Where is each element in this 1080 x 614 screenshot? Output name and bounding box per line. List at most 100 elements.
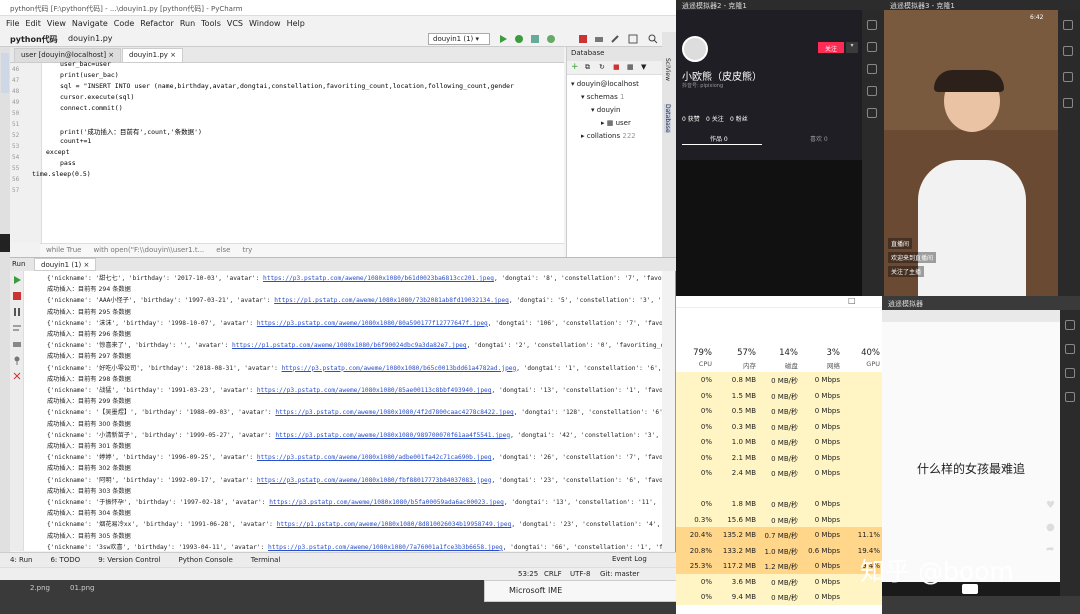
db-schema-douyin[interactable]: ▾ douyin bbox=[591, 106, 620, 114]
sciview-tab[interactable]: SciView bbox=[664, 58, 671, 81]
maximize-icon[interactable]: □ bbox=[848, 296, 856, 305]
run-config-select[interactable]: douyin1 (1) ▾ bbox=[428, 33, 490, 45]
cursor-position[interactable]: 53:25 bbox=[518, 570, 538, 578]
followers-count[interactable]: 0 粉丝 bbox=[730, 114, 748, 123]
bottom-tab[interactable]: 4: Run bbox=[10, 556, 32, 564]
rotate-icon[interactable] bbox=[867, 108, 877, 118]
avatar-link[interactable]: https://p3.pstatp.com/aweme/1080x1080/b5… bbox=[269, 499, 504, 506]
process-row[interactable]: 0% 0.3 MB 0 MB/秒 0 Mbps bbox=[676, 418, 882, 435]
coverage-icon[interactable] bbox=[530, 34, 540, 44]
process-row[interactable]: 0% 2.1 MB 0 MB/秒 0 Mbps bbox=[676, 449, 882, 466]
keyboard-icon[interactable] bbox=[1063, 20, 1073, 30]
likes-tab[interactable]: 喜欢 0 bbox=[810, 134, 828, 143]
screenshot-icon[interactable] bbox=[867, 64, 877, 74]
avatar-link[interactable]: https://p1.pstatp.com/aweme/1080x1080/b6… bbox=[232, 342, 467, 349]
menu-item-navigate[interactable]: Navigate bbox=[72, 19, 108, 31]
file-thumb-label[interactable]: 01.png bbox=[70, 584, 94, 592]
volume-icon[interactable] bbox=[1063, 46, 1073, 56]
pause-icon[interactable] bbox=[12, 307, 22, 317]
debug-icon[interactable] bbox=[514, 34, 524, 44]
process-row[interactable]: 0.3% 15.6 MB 0 MB/秒 0 Mbps bbox=[676, 511, 882, 528]
git-branch[interactable]: Git: master bbox=[600, 570, 639, 578]
project-crumb[interactable]: python代码 bbox=[10, 34, 58, 45]
bottom-tab[interactable]: 9: Version Control bbox=[98, 556, 160, 564]
stop-icon[interactable] bbox=[578, 34, 588, 44]
keyboard-icon[interactable] bbox=[867, 20, 877, 30]
db-schemas[interactable]: ▾ schemas 1 bbox=[581, 93, 624, 101]
volume-icon[interactable] bbox=[867, 42, 877, 52]
screenshot-icon[interactable] bbox=[1065, 368, 1075, 378]
settings-icon[interactable] bbox=[867, 86, 877, 96]
event-log-tab[interactable]: Event Log bbox=[612, 555, 647, 563]
live-video[interactable]: 6:42 直播间 欢迎来到直播间 关注了主播 bbox=[884, 10, 1058, 296]
avatar-link[interactable]: https://p1.pstatp.com/aweme/1080x1080/73… bbox=[274, 297, 509, 304]
settings-icon[interactable] bbox=[1065, 392, 1075, 402]
column-label[interactable]: 内存 bbox=[743, 360, 756, 370]
comment-icon[interactable]: ● bbox=[1046, 522, 1055, 533]
copy-icon[interactable]: ⧉ bbox=[585, 63, 590, 72]
menu-item-tools[interactable]: Tools bbox=[201, 19, 221, 31]
follow-button[interactable]: 关注 bbox=[818, 42, 844, 53]
breadcrumb-item[interactable]: else bbox=[216, 246, 230, 254]
build-icon[interactable] bbox=[594, 34, 604, 44]
share-icon[interactable]: ➦ bbox=[1046, 544, 1054, 555]
bottom-tab[interactable]: Python Console bbox=[179, 556, 233, 564]
volume-icon[interactable] bbox=[1065, 344, 1075, 354]
settings-icon[interactable] bbox=[1063, 98, 1073, 108]
column-percent[interactable]: 14% bbox=[779, 348, 798, 358]
process-row[interactable]: 0% 1.5 MB 0 MB/秒 0 Mbps bbox=[676, 387, 882, 404]
avatar-link[interactable]: https://p1.pstatp.com/aweme/1080x1080/8d… bbox=[277, 521, 512, 528]
avatar-link[interactable]: https://p3.pstatp.com/aweme/1080x1080/b6… bbox=[282, 365, 517, 372]
avatar-link[interactable]: https://p3.pstatp.com/aweme/1080x1080/4f… bbox=[275, 409, 513, 416]
avatar-link[interactable]: https://p3.pstatp.com/aweme/1080x1080/fb… bbox=[257, 477, 492, 484]
avatar-link[interactable]: https://p3.pstatp.com/aweme/1080x1080/98… bbox=[275, 432, 510, 439]
avatar-link[interactable]: https://p3.pstatp.com/aweme/1080x1080/80… bbox=[257, 320, 488, 327]
menu-item-run[interactable]: Run bbox=[180, 19, 195, 31]
menu-item-window[interactable]: Window bbox=[249, 19, 281, 31]
menu-item-code[interactable]: Code bbox=[114, 19, 134, 31]
like-icon[interactable]: ♥ bbox=[1046, 500, 1055, 511]
code-editor[interactable]: 46 47 48 49 50 51 52 53 54 55 56 57 user_bac=user pr… bbox=[10, 60, 564, 243]
column-percent[interactable]: 79% bbox=[693, 348, 712, 358]
avatar-link[interactable]: https://p3.pstatp.com/aweme/1080x1080/b6… bbox=[263, 275, 494, 282]
column-percent[interactable]: 3% bbox=[827, 348, 841, 358]
column-label[interactable]: 磁盘 bbox=[785, 360, 798, 370]
run-icon[interactable] bbox=[498, 34, 508, 44]
keyboard-icon[interactable] bbox=[1065, 320, 1075, 330]
filter-icon[interactable]: ▼ bbox=[641, 63, 646, 71]
refresh-icon[interactable]: ↻ bbox=[599, 63, 605, 71]
likes-count[interactable]: 0 获赞 bbox=[682, 114, 700, 123]
tab-douyin1[interactable]: douyin1.py × bbox=[122, 48, 184, 63]
print-icon[interactable] bbox=[12, 339, 22, 349]
database-tab[interactable]: Database bbox=[664, 104, 671, 133]
db-connection[interactable]: ▾ douyin@localhost bbox=[571, 80, 639, 88]
process-row[interactable]: 0% 2.4 MB 0 MB/秒 0 Mbps bbox=[676, 465, 882, 481]
run-stop-icon[interactable] bbox=[12, 291, 22, 301]
file-thumb-label[interactable]: 2.png bbox=[30, 584, 50, 592]
menu-item-vcs[interactable]: VCS bbox=[227, 19, 243, 31]
line-separator[interactable]: CRLF bbox=[544, 570, 562, 578]
column-label[interactable]: 网络 bbox=[827, 360, 840, 370]
vcs-icon[interactable] bbox=[628, 34, 638, 44]
clear-icon[interactable] bbox=[12, 371, 22, 381]
pin-icon[interactable] bbox=[12, 355, 22, 365]
process-row[interactable]: 0% 0.8 MB 0 MB/秒 0 Mbps bbox=[676, 372, 882, 388]
column-label[interactable]: GPU bbox=[866, 360, 880, 368]
following-count[interactable]: 0 关注 bbox=[706, 114, 724, 123]
run-tab[interactable]: douyin1 (1) × bbox=[34, 258, 97, 271]
search-icon[interactable] bbox=[648, 34, 658, 44]
db-collations[interactable]: ▸ collations 222 bbox=[581, 132, 636, 140]
menu-item-help[interactable]: Help bbox=[287, 19, 305, 31]
column-percent[interactable]: 57% bbox=[737, 348, 756, 358]
process-row[interactable] bbox=[676, 480, 882, 497]
wrench-icon[interactable] bbox=[610, 34, 620, 44]
breadcrumb-item[interactable]: try bbox=[243, 246, 253, 254]
bottom-tab[interactable]: 6: TODO bbox=[50, 556, 80, 564]
bottom-tab[interactable]: Terminal bbox=[251, 556, 281, 564]
process-row[interactable]: 25.3% 117.2 MB 1.2 MB/秒 0 Mbps 9.4% bbox=[676, 558, 882, 574]
more-button[interactable]: ▾ bbox=[846, 42, 858, 53]
avatar-link[interactable]: https://p3.pstatp.com/aweme/1080x1080/7a… bbox=[268, 544, 503, 551]
disconnect-icon[interactable]: ■ bbox=[613, 63, 620, 71]
avatar-link[interactable]: https://p3.pstatp.com/aweme/1080x1080/ad… bbox=[257, 454, 492, 461]
process-row[interactable]: 0% 9.4 MB 0 MB/秒 0 Mbps bbox=[676, 589, 882, 605]
